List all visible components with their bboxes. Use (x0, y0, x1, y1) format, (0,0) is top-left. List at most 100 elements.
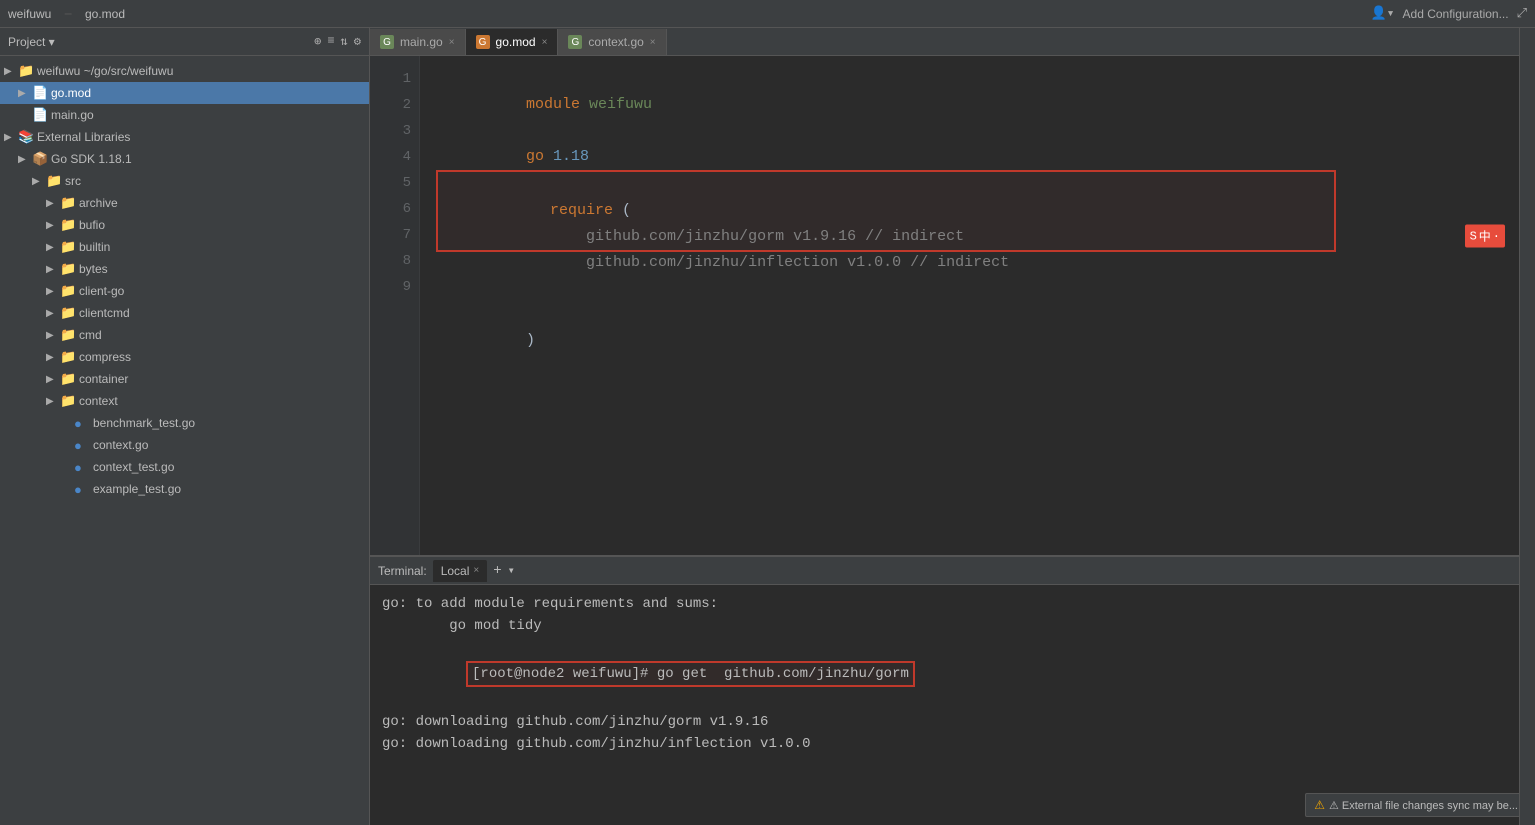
tree-item-context-test[interactable]: ● context_test.go (0, 456, 369, 478)
tree-label: main.go (51, 108, 365, 122)
terminal-add-button[interactable]: + (493, 563, 501, 579)
file-icon: 📄 (32, 85, 48, 101)
tree-item-root[interactable]: ▶ 📁 weifuwu ~/go/src/weifuwu (0, 60, 369, 82)
chevron-icon: ▶ (4, 66, 18, 77)
chevron-icon: ▶ (46, 264, 60, 275)
code-line-8: ) (436, 302, 1503, 328)
ime-indicator: S 中 · (1465, 225, 1505, 248)
line-numbers: 1 2 3 4 5 6 7 8 9 (370, 56, 420, 555)
terminal-tab-local[interactable]: Local × (433, 560, 488, 582)
tab-file-icon: G (568, 35, 582, 49)
folder-icon: 📁 (60, 261, 76, 277)
terminal-down-button[interactable]: ▾ (508, 563, 515, 578)
terminal-line-3: [root@node2 weifuwu]# go get github.com/… (382, 639, 1507, 709)
tree-item-ext-libs[interactable]: ▶ 📚 External Libraries (0, 126, 369, 148)
chevron-icon: ▶ (46, 330, 60, 341)
tree-label: bufio (79, 218, 365, 232)
structure-panel: Structure (1519, 28, 1535, 825)
tab-close-button[interactable]: × (650, 37, 656, 48)
terminal-content[interactable]: go: to add module requirements and sums:… (370, 585, 1519, 825)
sidebar: Project ▾ ⊕ ≡ ⇅ ⚙ ▶ 📁 weifuwu ~/go/src/w… (0, 28, 370, 825)
code-line-9 (436, 328, 1503, 354)
tree-item-client-go[interactable]: ▶ 📁 client-go (0, 280, 369, 302)
tree-label: bytes (79, 262, 365, 276)
tree-label: example_test.go (93, 482, 365, 496)
tree-item-example-test[interactable]: ● example_test.go (0, 478, 369, 500)
tree-label: archive (79, 196, 365, 210)
tree-label: compress (79, 350, 365, 364)
chevron-icon: ▶ (46, 352, 60, 363)
chevron-icon: ▶ (46, 374, 60, 385)
tree-item-context[interactable]: ▶ 📁 context (0, 390, 369, 412)
title-sep: – (63, 5, 73, 23)
tree-item-context-go[interactable]: ● context.go (0, 434, 369, 456)
file-icon: 📄 (32, 107, 48, 123)
code-editor: 1 2 3 4 5 6 7 8 9 module weifuwu go 1. (370, 56, 1519, 555)
terminal-header: Terminal: Local × + ▾ (370, 557, 1519, 585)
tree-item-maingo[interactable]: 📄 main.go (0, 104, 369, 126)
tab-label: main.go (400, 35, 443, 49)
folder-icon: 📁 (18, 63, 34, 79)
tree-label: cmd (79, 328, 365, 342)
tree-item-compress[interactable]: ▶ 📁 compress (0, 346, 369, 368)
code-line-3: go 1.18 (436, 118, 1503, 144)
tab-contextgo[interactable]: G context.go × (558, 29, 666, 55)
tab-maingo[interactable]: G main.go × (370, 29, 466, 55)
code-content[interactable]: module weifuwu go 1.18 require ( (420, 56, 1519, 555)
tree-item-clientcmd[interactable]: ▶ 📁 clientcmd (0, 302, 369, 324)
tab-close-button[interactable]: × (542, 37, 548, 48)
chevron-icon: ▶ (46, 220, 60, 231)
tree-label: Go SDK 1.18.1 (51, 152, 365, 166)
ext-file-text[interactable]: ⚠ External file changes sync may be... (1329, 799, 1518, 812)
tree-item-builtin[interactable]: ▶ 📁 builtin (0, 236, 369, 258)
tab-file-icon: G (380, 35, 394, 49)
chevron-icon (60, 462, 74, 473)
app-title: weifuwu (8, 7, 51, 21)
main-layout: Project ▾ ⊕ ≡ ⇅ ⚙ ▶ 📁 weifuwu ~/go/src/w… (0, 28, 1535, 825)
add-config-button[interactable]: Add Configuration... (1403, 7, 1509, 21)
sidebar-list-icon[interactable]: ≡ (327, 34, 334, 49)
tree-item-container[interactable]: ▶ 📁 container (0, 368, 369, 390)
warning-icon: ⚠ (1314, 798, 1325, 812)
chevron-icon: ▶ (46, 242, 60, 253)
tree-item-src[interactable]: ▶ 📁 src (0, 170, 369, 192)
chevron-icon: ▶ (4, 132, 18, 143)
tree-label: clientcmd (79, 306, 365, 320)
sidebar-header: Project ▾ ⊕ ≡ ⇅ ⚙ (0, 28, 369, 56)
tree-item-bufio[interactable]: ▶ 📁 bufio (0, 214, 369, 236)
chevron-icon: ▶ (18, 154, 32, 165)
ext-file-notice: ⚠ ⚠ External file changes sync may be... (1305, 793, 1519, 817)
sidebar-sort-icon[interactable]: ⇅ (341, 34, 348, 49)
folder-icon: 📁 (60, 371, 76, 387)
tree-item-benchmark[interactable]: ● benchmark_test.go (0, 412, 369, 434)
sidebar-gear-icon[interactable]: ⚙ (354, 34, 361, 49)
chevron-icon: ▶ (46, 286, 60, 297)
chevron-icon: ▶ (46, 396, 60, 407)
terminal-tab-close[interactable]: × (473, 565, 479, 576)
tab-label: go.mod (496, 35, 536, 49)
folder-icon: 📁 (60, 349, 76, 365)
tree-item-cmd[interactable]: ▶ 📁 cmd (0, 324, 369, 346)
tree-item-gosdk[interactable]: ▶ 📦 Go SDK 1.18.1 (0, 148, 369, 170)
terminal-tab-label: Local (441, 564, 470, 578)
tab-gomod[interactable]: G go.mod × (466, 29, 559, 55)
tab-close-button[interactable]: × (449, 37, 455, 48)
ime-dot: · (1493, 229, 1500, 243)
tree-item-bytes[interactable]: ▶ 📁 bytes (0, 258, 369, 280)
folder-icon: 📁 (60, 283, 76, 299)
tree-label: External Libraries (37, 130, 365, 144)
tree-item-gomod[interactable]: ▶ 📄 go.mod (0, 82, 369, 104)
tree-item-archive[interactable]: ▶ 📁 archive (0, 192, 369, 214)
chevron-icon (60, 440, 74, 451)
folder-icon: 📁 (46, 173, 62, 189)
chevron-icon (18, 110, 32, 121)
user-icon[interactable]: 👤▾ (1371, 6, 1395, 21)
toolbar-icons: 👤▾ Add Configuration... ⤢ (1371, 6, 1528, 21)
sidebar-scope-icon[interactable]: ⊕ (314, 34, 321, 49)
package-icon: 📦 (32, 151, 48, 167)
expand-icon[interactable]: ⤢ (1517, 6, 1527, 21)
tree-label: client-go (79, 284, 365, 298)
tab-bar: G main.go × G go.mod × G context.go × (370, 28, 1519, 56)
code-line-1: module weifuwu (436, 66, 1503, 92)
folder-icon: 📁 (60, 305, 76, 321)
